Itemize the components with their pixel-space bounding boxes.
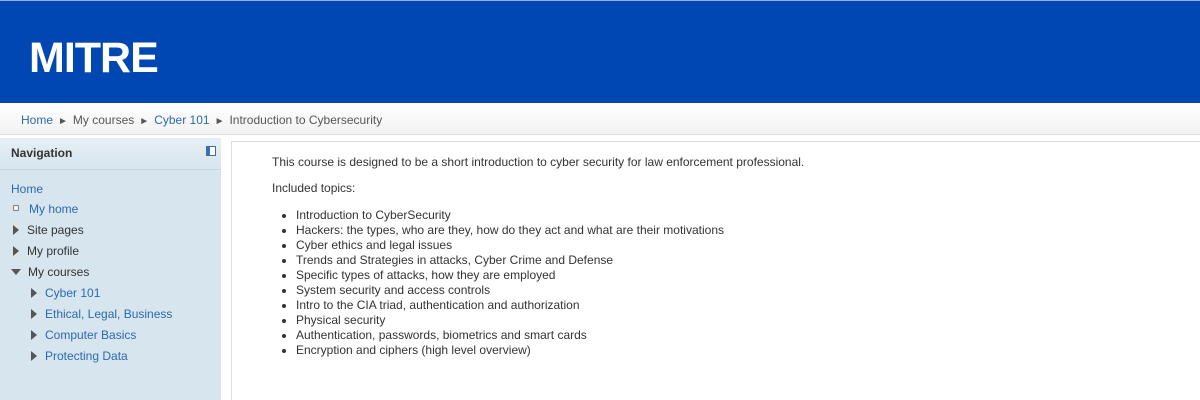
- breadcrumb-current: Introduction to Cybersecurity: [229, 113, 383, 127]
- expand-arrow-icon[interactable]: [31, 288, 37, 298]
- nav-item-my-courses[interactable]: My courses: [11, 265, 89, 283]
- nav-course-ethical-legal-business[interactable]: Ethical, Legal, Business: [31, 307, 172, 325]
- nav-item-home[interactable]: Home: [11, 182, 43, 200]
- nav-item-site-pages[interactable]: Site pages: [13, 223, 84, 241]
- nav-course-link[interactable]: Protecting Data: [45, 349, 128, 363]
- list-item: Hackers: the types, who are they, how do…: [296, 223, 724, 238]
- breadcrumb-cyber-101[interactable]: Cyber 101: [154, 113, 209, 127]
- list-item: Encryption and ciphers (high level overv…: [296, 343, 724, 358]
- expand-arrow-icon[interactable]: [31, 309, 37, 319]
- expand-arrow-icon[interactable]: [31, 330, 37, 340]
- navigation-block: Navigation Home My home Site pages My pr…: [0, 138, 221, 400]
- nav-course-cyber-101[interactable]: Cyber 101: [31, 286, 100, 304]
- list-item: Trends and Strategies in attacks, Cyber …: [296, 253, 724, 268]
- breadcrumb-separator: ►: [214, 116, 225, 127]
- mitre-logo[interactable]: MITRE: [29, 35, 159, 81]
- site-header: MITRE: [0, 0, 1200, 103]
- bullet-square-icon: [13, 205, 19, 211]
- course-intro-text: This course is designed to be a short in…: [272, 155, 805, 169]
- nav-home-link[interactable]: Home: [11, 182, 43, 196]
- breadcrumb: Home ► My courses ► Cyber 101 ► Introduction t…: [21, 113, 382, 127]
- nav-item-my-profile[interactable]: My profile: [13, 244, 79, 262]
- nav-site-pages-label[interactable]: Site pages: [27, 223, 84, 237]
- nav-course-link[interactable]: Computer Basics: [45, 328, 136, 342]
- nav-my-profile-label[interactable]: My profile: [27, 244, 79, 258]
- nav-course-link[interactable]: Ethical, Legal, Business: [45, 307, 172, 321]
- navigation-title: Navigation: [11, 146, 73, 160]
- breadcrumb-home[interactable]: Home: [21, 113, 53, 127]
- breadcrumb-separator: ►: [139, 116, 150, 127]
- nav-course-link[interactable]: Cyber 101: [45, 286, 100, 300]
- nav-item-my-home[interactable]: My home: [11, 202, 78, 220]
- breadcrumb-my-courses: My courses: [72, 113, 135, 127]
- expand-arrow-icon[interactable]: [31, 351, 37, 361]
- course-summary: This course is designed to be a short in…: [231, 141, 1200, 400]
- expand-arrow-icon[interactable]: [13, 225, 19, 235]
- list-item: Authentication, passwords, biometrics an…: [296, 328, 724, 343]
- collapse-arrow-icon[interactable]: [11, 269, 21, 275]
- included-topics-label: Included topics:: [272, 181, 356, 195]
- list-item: Intro to the CIA triad, authentication a…: [296, 298, 724, 313]
- list-item: Introduction to CyberSecurity: [296, 208, 724, 223]
- list-item: Physical security: [296, 313, 724, 328]
- topics-list: Introduction to CyberSecurity Hackers: t…: [272, 208, 724, 358]
- breadcrumb-separator: ►: [58, 116, 68, 127]
- nav-my-home-link[interactable]: My home: [29, 202, 78, 216]
- list-item: System security and access controls: [296, 283, 724, 298]
- dock-block-icon[interactable]: [206, 146, 216, 156]
- list-item: Cyber ethics and legal issues: [296, 238, 724, 253]
- list-item: Specific types of attacks, how they are …: [296, 268, 724, 283]
- breadcrumb-bar: Home ► My courses ► Cyber 101 ► Introduction t…: [0, 103, 1200, 135]
- nav-course-computer-basics[interactable]: Computer Basics: [31, 328, 136, 346]
- expand-arrow-icon[interactable]: [13, 246, 19, 256]
- nav-course-protecting-data[interactable]: Protecting Data: [31, 349, 128, 367]
- nav-my-courses-label[interactable]: My courses: [28, 265, 89, 279]
- navigation-header: Navigation: [0, 138, 221, 170]
